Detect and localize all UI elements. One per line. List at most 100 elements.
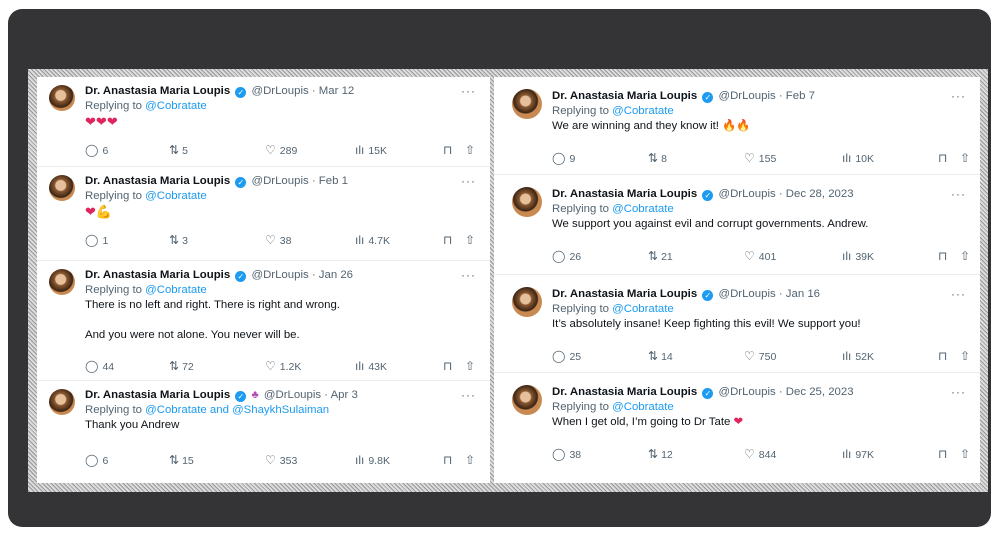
avatar[interactable] <box>512 187 542 217</box>
author-name[interactable]: Dr. Anastasia Maria Loupis <box>85 389 230 401</box>
avatar[interactable] <box>512 385 542 415</box>
views-button[interactable]: ılı 9.8K <box>355 453 390 467</box>
avatar[interactable] <box>49 175 75 201</box>
avatar[interactable] <box>49 389 75 415</box>
tweet-date[interactable]: · Feb 7 <box>779 90 815 102</box>
tweet-date[interactable]: · Jan 26 <box>312 269 353 281</box>
bookmark-button[interactable]: ⊓ <box>938 349 951 363</box>
reply-button[interactable]: ◯ 26 <box>552 249 581 263</box>
author-handle[interactable]: @DrLoupis <box>264 389 321 401</box>
reply-button[interactable]: ◯ 44 <box>85 359 114 373</box>
bookmark-button[interactable]: ⊓ <box>443 359 456 373</box>
author-name[interactable]: Dr. Anastasia Maria Loupis <box>552 188 697 200</box>
replying-to-link[interactable]: @Cobratate <box>145 190 207 202</box>
avatar[interactable] <box>49 85 75 111</box>
more-icon[interactable]: ··· <box>951 385 966 399</box>
more-icon[interactable]: ··· <box>951 287 966 301</box>
tweet-date[interactable]: · Jan 16 <box>779 288 820 300</box>
replying-to-link[interactable]: @Cobratate and @ShaykhSulaiman <box>145 404 329 416</box>
replying-to-link[interactable]: @Cobratate <box>145 284 207 296</box>
repost-button[interactable]: ⇅ 21 <box>648 249 673 263</box>
tweet[interactable]: Dr. Anastasia Maria Loupis ✓ ♣ @DrLoupis… <box>37 381 490 483</box>
views-button[interactable]: ılı 4.7K <box>355 233 390 247</box>
tweet[interactable]: Dr. Anastasia Maria Loupis ✓ @DrLoupis ·… <box>37 261 490 381</box>
more-icon[interactable]: ··· <box>461 84 476 98</box>
author-name[interactable]: Dr. Anastasia Maria Loupis <box>85 269 230 281</box>
tweet-date[interactable]: · Apr 3 <box>324 389 358 401</box>
share-button[interactable]: ⇧ <box>960 447 974 461</box>
author-name[interactable]: Dr. Anastasia Maria Loupis <box>85 85 230 97</box>
tweet-date[interactable]: · Dec 25, 2023 <box>779 386 854 398</box>
repost-button[interactable]: ⇅ 8 <box>648 151 667 165</box>
views-button[interactable]: ılı 52K <box>842 349 874 363</box>
author-handle[interactable]: @DrLoupis <box>719 386 776 398</box>
reply-button[interactable]: ◯ 6 <box>85 453 108 467</box>
like-button[interactable]: ♡ 38 <box>265 233 291 247</box>
replying-to-link[interactable]: @Cobratate <box>612 401 674 413</box>
tweet[interactable]: Dr. Anastasia Maria Loupis ✓ @DrLoupis ·… <box>494 77 980 175</box>
replying-to-link[interactable]: @Cobratate <box>612 203 674 215</box>
more-icon[interactable]: ··· <box>461 388 476 402</box>
replying-to-link[interactable]: @Cobratate <box>612 303 674 315</box>
views-button[interactable]: ılı 10K <box>842 151 874 165</box>
repost-button[interactable]: ⇅ 14 <box>648 349 673 363</box>
tweet-date[interactable]: · Dec 28, 2023 <box>779 188 854 200</box>
repost-button[interactable]: ⇅ 3 <box>169 233 188 247</box>
like-button[interactable]: ♡ 1.2K <box>265 359 301 373</box>
replying-to-link[interactable]: @Cobratate <box>145 100 207 112</box>
share-button[interactable]: ⇧ <box>465 233 479 247</box>
more-icon[interactable]: ··· <box>951 187 966 201</box>
like-button[interactable]: ♡ 289 <box>265 143 297 157</box>
author-handle[interactable]: @DrLoupis <box>252 85 309 97</box>
like-button[interactable]: ♡ 750 <box>744 349 776 363</box>
like-button[interactable]: ♡ 155 <box>744 151 776 165</box>
author-handle[interactable]: @DrLoupis <box>252 269 309 281</box>
views-button[interactable]: ılı 97K <box>842 447 874 461</box>
bookmark-button[interactable]: ⊓ <box>938 249 951 263</box>
author-name[interactable]: Dr. Anastasia Maria Loupis <box>552 90 697 102</box>
author-name[interactable]: Dr. Anastasia Maria Loupis <box>552 288 697 300</box>
share-button[interactable]: ⇧ <box>960 151 974 165</box>
bookmark-button[interactable]: ⊓ <box>443 453 456 467</box>
affiliation-badge-icon[interactable]: ♣ <box>252 388 259 403</box>
share-button[interactable]: ⇧ <box>465 143 479 157</box>
replying-to-link[interactable]: @Cobratate <box>612 105 674 117</box>
bookmark-button[interactable]: ⊓ <box>938 447 951 461</box>
views-button[interactable]: ılı 43K <box>355 359 387 373</box>
author-handle[interactable]: @DrLoupis <box>719 188 776 200</box>
author-handle[interactable]: @DrLoupis <box>719 288 776 300</box>
share-button[interactable]: ⇧ <box>960 249 974 263</box>
tweet[interactable]: Dr. Anastasia Maria Loupis ✓ @DrLoupis ·… <box>494 373 980 483</box>
bookmark-button[interactable]: ⊓ <box>443 233 456 247</box>
like-button[interactable]: ♡ 353 <box>265 453 297 467</box>
repost-button[interactable]: ⇅ 5 <box>169 143 188 157</box>
repost-button[interactable]: ⇅ 15 <box>169 453 194 467</box>
more-icon[interactable]: ··· <box>461 174 476 188</box>
reply-button[interactable]: ◯ 38 <box>552 447 581 461</box>
author-handle[interactable]: @DrLoupis <box>252 175 309 187</box>
share-button[interactable]: ⇧ <box>465 453 479 467</box>
views-button[interactable]: ılı 39K <box>842 249 874 263</box>
avatar[interactable] <box>49 269 75 295</box>
reply-button[interactable]: ◯ 9 <box>552 151 575 165</box>
share-button[interactable]: ⇧ <box>960 349 974 363</box>
reply-button[interactable]: ◯ 1 <box>85 233 108 247</box>
views-button[interactable]: ılı 15K <box>355 143 387 157</box>
reply-button[interactable]: ◯ 25 <box>552 349 581 363</box>
repost-button[interactable]: ⇅ 12 <box>648 447 673 461</box>
like-button[interactable]: ♡ 844 <box>744 447 776 461</box>
bookmark-button[interactable]: ⊓ <box>938 151 951 165</box>
author-name[interactable]: Dr. Anastasia Maria Loupis <box>85 175 230 187</box>
more-icon[interactable]: ··· <box>951 89 966 103</box>
more-icon[interactable]: ··· <box>461 268 476 282</box>
tweet[interactable]: Dr. Anastasia Maria Loupis ✓ @DrLoupis ·… <box>494 175 980 275</box>
author-handle[interactable]: @DrLoupis <box>719 90 776 102</box>
avatar[interactable] <box>512 287 542 317</box>
reply-button[interactable]: ◯ 6 <box>85 143 108 157</box>
like-button[interactable]: ♡ 401 <box>744 249 776 263</box>
tweet-date[interactable]: · Mar 12 <box>312 85 354 97</box>
bookmark-button[interactable]: ⊓ <box>443 143 456 157</box>
tweet[interactable]: Dr. Anastasia Maria Loupis ✓ @DrLoupis ·… <box>37 167 490 261</box>
tweet[interactable]: Dr. Anastasia Maria Loupis ✓ @DrLoupis ·… <box>494 275 980 373</box>
author-name[interactable]: Dr. Anastasia Maria Loupis <box>552 386 697 398</box>
